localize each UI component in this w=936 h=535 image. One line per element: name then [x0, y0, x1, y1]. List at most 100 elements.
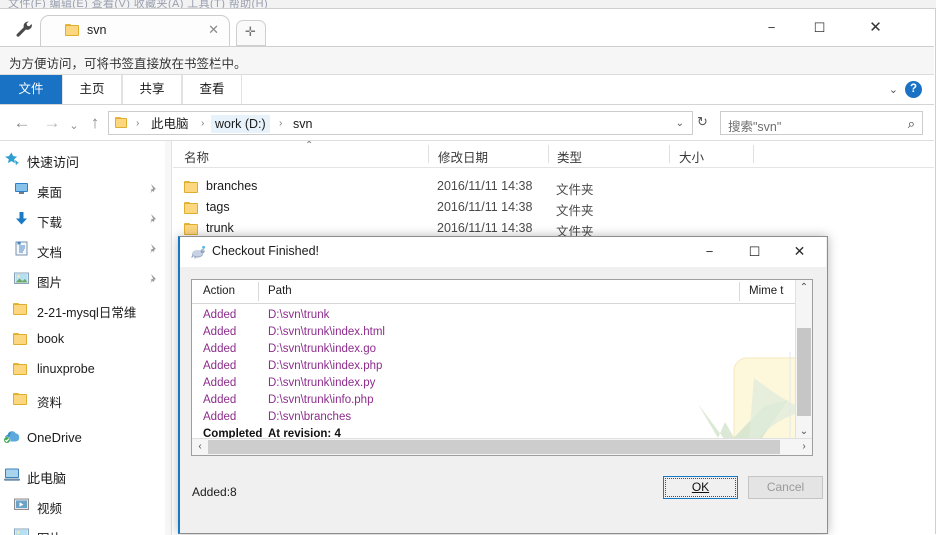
- sidebar-item[interactable]: 图片: [0, 269, 171, 291]
- new-tab-button[interactable]: ✛: [236, 20, 266, 46]
- sidebar-item-label: 快速访问: [27, 155, 80, 170]
- sort-ascending-icon: ⌃: [305, 141, 314, 151]
- column-header-name[interactable]: 名称: [184, 147, 209, 166]
- log-row[interactable]: Added D:\svn\branches: [192, 410, 796, 427]
- log-path: D:\svn\trunk\info.php: [268, 394, 374, 406]
- log-list-vertical-scrollbar[interactable]: ⌃ ⌄: [795, 280, 812, 440]
- ok-button[interactable]: OK: [663, 476, 738, 499]
- log-column-divider[interactable]: [258, 282, 259, 301]
- file-name: branches: [206, 179, 258, 193]
- column-divider[interactable]: [669, 145, 670, 163]
- sidebar-item[interactable]: 此电脑: [0, 465, 171, 487]
- ribbon-tab-share[interactable]: 共享: [122, 75, 182, 104]
- forward-button[interactable]: →: [42, 113, 62, 133]
- log-path: D:\svn\trunk\index.php: [268, 360, 383, 372]
- sidebar-item[interactable]: linuxprobe: [0, 359, 171, 381]
- log-row[interactable]: Added D:\svn\trunk\index.py: [192, 376, 796, 393]
- refresh-button[interactable]: ↻: [697, 114, 708, 130]
- search-input[interactable]: 搜索"svn" ⌕: [720, 111, 923, 135]
- log-row[interactable]: Added D:\svn\trunk\index.html: [192, 325, 796, 342]
- star-pin-icon: [3, 151, 21, 168]
- sidebar-item[interactable]: 视频: [0, 495, 171, 517]
- cancel-button: Cancel: [748, 476, 823, 499]
- dialog-close-button[interactable]: ✕: [777, 237, 822, 266]
- file-name: trunk: [206, 221, 234, 235]
- pin-icon[interactable]: [147, 183, 158, 197]
- dialog-minimize-button[interactable]: −: [687, 237, 732, 266]
- scroll-right-arrow[interactable]: ›: [796, 439, 812, 455]
- recent-locations-button[interactable]: ⌄: [66, 116, 82, 136]
- explorer-close-button[interactable]: ✕: [853, 13, 898, 42]
- dialog-maximize-button[interactable]: ☐: [732, 237, 777, 266]
- bookmark-hint-text: 为方便访问，可将书签直接放在书签栏中。: [9, 57, 247, 71]
- log-column-mime[interactable]: Mime t: [749, 285, 784, 297]
- scroll-up-arrow[interactable]: ⌃: [796, 280, 812, 296]
- log-list[interactable]: Action Path Mime t Added D:\svn\trunk Adde…: [191, 279, 813, 456]
- ribbon-tab-home[interactable]: 主页: [62, 75, 122, 104]
- dialog-title: Checkout Finished!: [212, 244, 320, 258]
- log-column-divider[interactable]: [739, 282, 740, 301]
- breadcrumb-item-svn[interactable]: svn: [289, 115, 316, 133]
- log-action: Added: [203, 360, 237, 372]
- file-date: 2016/11/11 14:38: [437, 179, 533, 193]
- help-icon[interactable]: ?: [905, 81, 922, 98]
- close-icon[interactable]: ✕: [208, 23, 219, 37]
- sidebar-item-label: book: [37, 332, 65, 346]
- pin-icon[interactable]: [147, 213, 158, 227]
- log-list-horizontal-scrollbar[interactable]: ‹ ›: [192, 438, 812, 455]
- vertical-scroll-thumb[interactable]: [797, 328, 811, 416]
- folder-icon: [184, 180, 199, 196]
- wrench-icon[interactable]: [14, 19, 34, 39]
- column-header-size[interactable]: 大小: [679, 147, 704, 166]
- log-row[interactable]: Added D:\svn\trunk\index.php: [192, 359, 796, 376]
- log-list-header: Action Path Mime t: [192, 280, 812, 304]
- breadcrumb-item-this-pc[interactable]: 此电脑: [147, 115, 193, 133]
- file-row[interactable]: branches 2016/11/11 14:38 文件夹: [173, 177, 934, 198]
- sidebar-item[interactable]: 桌面: [0, 179, 171, 201]
- search-icon[interactable]: ⌕: [908, 116, 915, 132]
- sidebar-item[interactable]: 快速访问: [0, 149, 171, 171]
- sidebar-item[interactable]: 2-21-mysql日常维: [0, 299, 171, 321]
- sidebar-item[interactable]: book: [0, 329, 171, 351]
- sidebar-item[interactable]: 文档: [0, 239, 171, 261]
- breadcrumb[interactable]: › 此电脑 › work (D:) › svn ⌄: [108, 111, 693, 135]
- chevron-down-icon[interactable]: ⌄: [889, 83, 898, 96]
- scroll-left-arrow[interactable]: ‹: [192, 439, 208, 455]
- log-row[interactable]: Added D:\svn\trunk\info.php: [192, 393, 796, 410]
- ribbon-tab-view[interactable]: 查看: [182, 75, 242, 104]
- back-button[interactable]: ←: [12, 113, 32, 133]
- log-action: Added: [203, 326, 237, 338]
- checkout-finished-dialog: Checkout Finished! − ☐ ✕ Action Path Mim…: [178, 236, 828, 534]
- sidebar-item[interactable]: 资料: [0, 389, 171, 411]
- file-date: 2016/11/11 14:38: [437, 221, 533, 235]
- chevron-down-icon[interactable]: ⌄: [676, 118, 684, 129]
- sidebar-item-label: 视频: [37, 502, 63, 516]
- sidebar-item[interactable]: OneDrive: [0, 427, 171, 449]
- breadcrumb-item-work-d[interactable]: work (D:): [211, 115, 270, 133]
- log-row[interactable]: Added D:\svn\trunk: [192, 308, 796, 325]
- up-button[interactable]: ↑: [86, 113, 104, 133]
- explorer-maximize-button[interactable]: ☐: [797, 13, 842, 42]
- videos-icon: [13, 497, 31, 514]
- log-column-action[interactable]: Action: [203, 285, 235, 297]
- column-divider[interactable]: [428, 145, 429, 163]
- pin-icon[interactable]: [147, 273, 158, 287]
- ribbon-tab-file[interactable]: 文件: [0, 75, 62, 104]
- column-divider[interactable]: [548, 145, 549, 163]
- log-column-path[interactable]: Path: [268, 285, 292, 297]
- column-header-type[interactable]: 类型: [557, 147, 582, 166]
- file-type: 文件夹: [556, 183, 594, 197]
- navigation-pane[interactable]: 快速访问桌面下载文档图片 2-21-mysql日常维 book linuxprobe 资…: [0, 141, 172, 535]
- folder-icon: [13, 391, 31, 408]
- log-row[interactable]: Added D:\svn\trunk\index.go: [192, 342, 796, 359]
- column-divider[interactable]: [753, 145, 754, 163]
- pin-icon[interactable]: [147, 243, 158, 257]
- navigation-scrollbar[interactable]: [165, 141, 171, 535]
- sidebar-item[interactable]: 下载: [0, 209, 171, 231]
- log-action: Added: [203, 377, 237, 389]
- column-header-date[interactable]: 修改日期: [438, 147, 488, 166]
- explorer-minimize-button[interactable]: −: [749, 13, 794, 42]
- horizontal-scroll-thumb[interactable]: [208, 440, 780, 454]
- tab-svn[interactable]: svn ✕: [40, 15, 230, 46]
- file-row[interactable]: tags 2016/11/11 14:38 文件夹: [173, 198, 934, 219]
